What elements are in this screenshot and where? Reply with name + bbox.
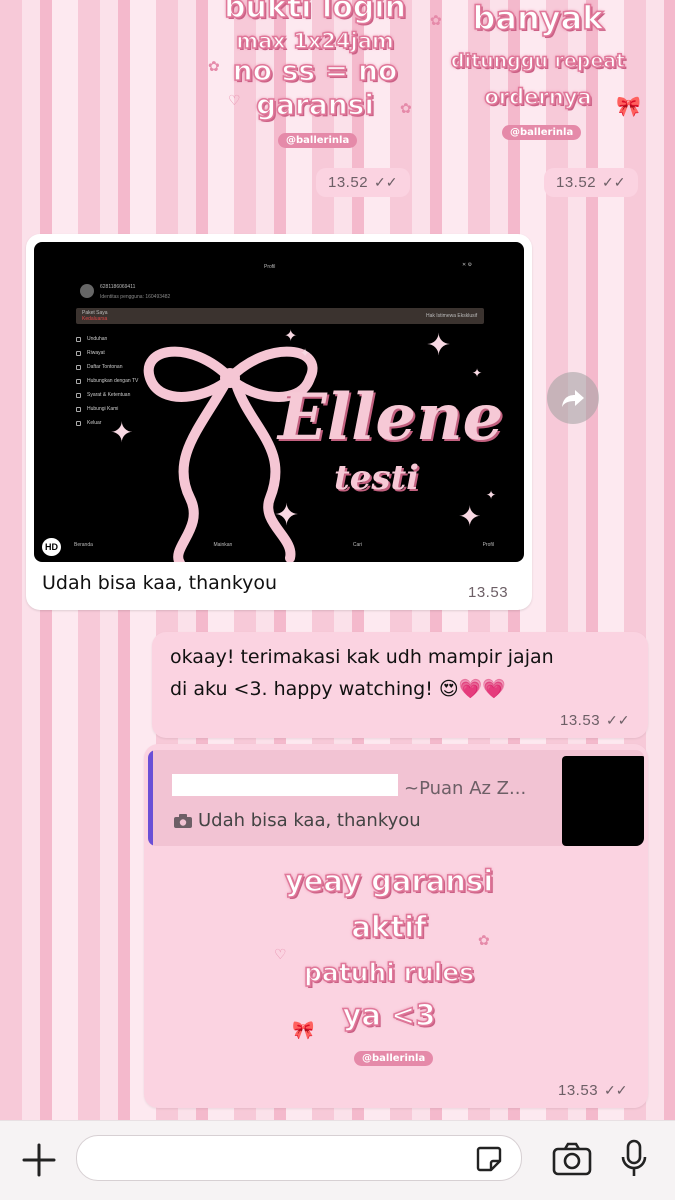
double-check-icon: ✓✓ [374,174,398,190]
watermark-title: Ellene [278,380,504,455]
sticker-credit: @ballerinla [502,125,582,140]
camera-icon [174,814,192,833]
flower-icon: ✿ [400,100,412,116]
camera-button[interactable] [552,1141,592,1177]
settings-icon: ✕ ⚙ [462,262,473,268]
quoted-author: ~Puan Az Z... [404,778,527,799]
quoted-message[interactable]: ~Puan Az Z... Udah bisa kaa, thankyou [148,750,644,846]
user-id: Identitas pengguna: 160493482 [100,294,171,300]
sticker-line: aktif [351,910,428,944]
heart-icon: ♡ [228,92,241,108]
tab-label: Profil [482,542,494,548]
message-time: 13.53 [468,584,509,601]
sparkle-icon: ✦ [426,329,452,362]
sticker-timestamp: 13.52 ✓✓ [316,168,410,197]
double-check-icon: ✓✓ [604,1082,628,1098]
bow-icon: 🎀 [616,96,641,118]
double-check-icon: ✓✓ [606,712,630,728]
sticker-line: max 1x24jam [235,29,394,53]
sparkle-icon: ✦ [300,346,311,360]
quote-accent-bar [148,750,153,846]
sparkle-icon: ✦ [274,499,300,532]
sparkle-icon: ✦ [110,417,134,448]
quoted-text: Udah bisa kaa, thankyou [198,810,421,831]
screenshot-image[interactable]: Profil ✕ ⚙ 6281186069411 Identitas pengg… [34,242,524,562]
bow-icon: 🎀 [292,1020,315,1040]
sticker-button[interactable] [475,1145,503,1173]
voice-button[interactable] [620,1139,648,1179]
message-time: 13.53 [558,1082,599,1099]
flower-icon: ✿ [208,58,220,74]
sticker-line: bukti login [223,0,406,25]
composer-bar [0,1120,675,1200]
flower-icon: ✿ [430,12,442,28]
sticker-line: ordernya [484,85,593,109]
sticker-timestamp: 13.52 ✓✓ [544,168,638,197]
phone-number: 6281186069411 [100,284,136,290]
sticker-line: banyak [472,0,605,37]
sticker-bukti-login[interactable]: bukti login max 1x24jam no ss = no garan… [200,0,430,152]
package-row: Paket Saya Kedaluarsa Hak Istimewa Ekskl… [76,308,484,324]
sticker-credit: @ballerinla [354,1051,434,1066]
heart-icon: ♡ [274,946,287,962]
incoming-image-message[interactable]: Profil ✕ ⚙ 6281186069411 Identitas pengg… [26,234,532,610]
double-check-icon: ✓✓ [602,174,626,190]
hd-badge: HD [42,538,61,556]
message-text-line: okaay! terimakasi kak udh mampir jajan [170,646,554,668]
sticker-credit: @ballerinla [278,133,358,148]
sparkle-icon: ✦ [486,488,497,502]
plus-icon [22,1143,56,1177]
avatar [80,284,94,298]
tab-label: Cari [352,542,363,548]
forward-button[interactable] [547,372,599,424]
quoted-thumbnail [562,756,644,846]
message-time: 13.53 [560,712,601,729]
sticker-garansi-aktif[interactable]: yeay garansi aktif patuhi rules ya <3 @b… [264,856,514,1076]
message-time: 13.52 [556,174,597,191]
sparkle-icon: ✦ [458,501,482,532]
sparkle-icon: ✦ [284,328,298,345]
redacted-name [172,774,398,796]
attach-button[interactable] [20,1141,58,1179]
watermark-subtitle: testi [334,458,420,498]
camera-icon [552,1142,592,1176]
outgoing-text-message[interactable]: okaay! terimakasi kak udh mampir jajan d… [152,632,648,738]
microphone-icon [621,1139,647,1176]
reply-sticker-message[interactable]: ~Puan Az Z... Udah bisa kaa, thankyou ye… [144,744,648,1108]
tab-label: Beranda [74,542,93,548]
sticker-line: patuhi rules [303,958,475,987]
profile-title: Profil [264,264,276,270]
exclusive-label: Hak Istimewa Eksklusif [426,313,478,319]
sticker-icon [476,1146,502,1172]
message-text-line: di aku <3. happy watching! 😍💗💗 [170,678,506,700]
message-time: 13.52 [328,174,369,191]
sticker-banyak-repeat[interactable]: banyak ditunggu repeat ordernya @balleri… [428,0,648,146]
sticker-line: ditunggu repeat [450,50,626,72]
forward-icon [562,390,584,407]
sparkle-icon: ✦ [472,366,483,380]
package-status: Kedaluarsa [82,316,108,322]
flower-icon: ✿ [478,932,490,948]
message-input[interactable] [76,1135,522,1181]
image-caption: Udah bisa kaa, thankyou [42,572,278,594]
sticker-line: yeay garansi [284,864,494,898]
sticker-line: no ss = no [232,54,398,87]
